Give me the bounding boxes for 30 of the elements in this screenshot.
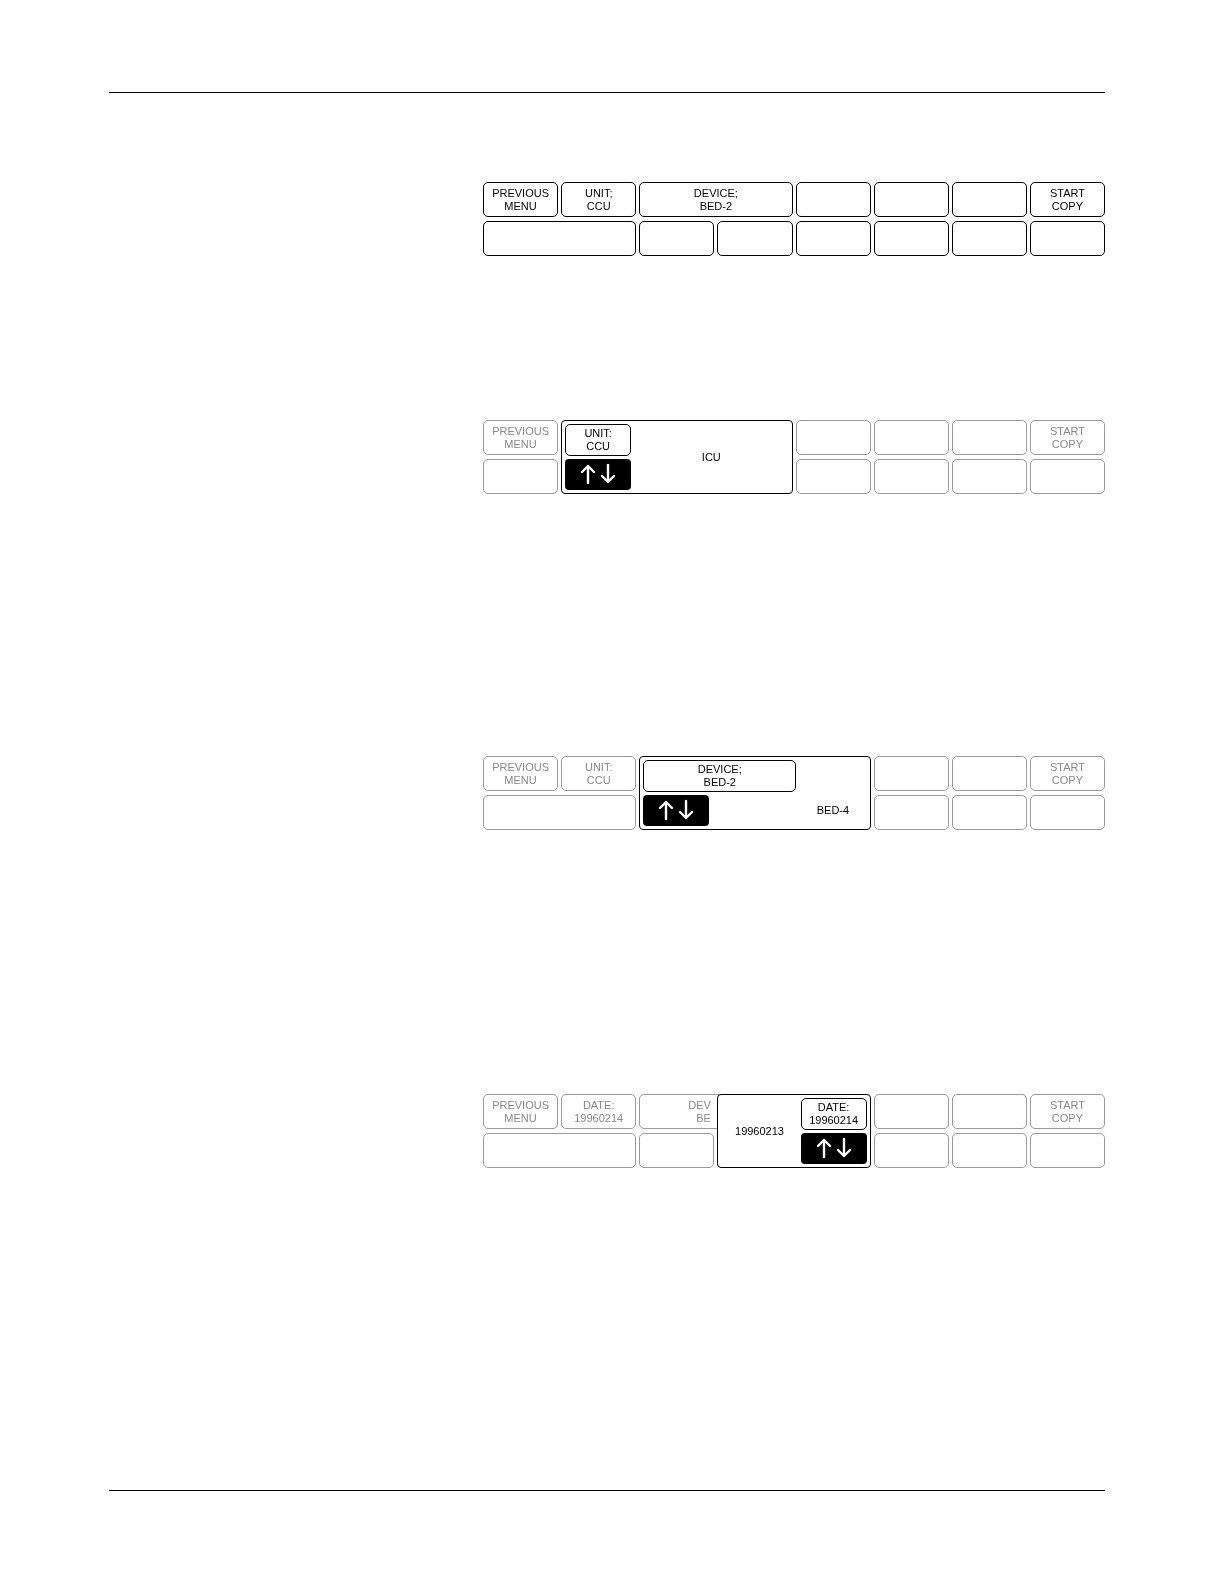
blank-softkey[interactable] <box>951 221 1027 256</box>
up-down-button[interactable] <box>565 458 632 490</box>
blank-softkey[interactable] <box>717 221 793 256</box>
softkey[interactable]: START COPY <box>1029 756 1105 791</box>
current-softkey[interactable]: DATE: 19960214 <box>800 1098 867 1130</box>
softkey[interactable]: START COPY <box>1029 420 1105 455</box>
softkey[interactable]: DATE: 19960214 <box>561 1094 637 1129</box>
softkey[interactable]: DEVICE; BED-2 <box>639 182 793 217</box>
softkey[interactable]: PREVIOUS MENU <box>483 420 559 455</box>
blank-softkey[interactable] <box>795 221 871 256</box>
current-softkey[interactable]: UNIT: CCU <box>565 424 632 456</box>
blank-softkey[interactable] <box>483 221 637 256</box>
blank-softkey[interactable] <box>873 221 949 256</box>
blank-softkey[interactable] <box>951 182 1027 217</box>
blank-softkey[interactable] <box>873 182 949 217</box>
softkey[interactable]: PREVIOUS MENU <box>483 1094 559 1129</box>
current-softkey[interactable]: DEVICE; BED-2 <box>643 760 797 792</box>
blank-softkey[interactable] <box>1029 221 1105 256</box>
softkey[interactable]: UNIT: CCU <box>561 756 637 791</box>
selection-value: ICU <box>701 451 721 463</box>
blank-softkey[interactable] <box>639 221 715 256</box>
blank-softkey[interactable] <box>795 182 871 217</box>
selection-value: BED-4 <box>816 804 850 817</box>
softkey[interactable]: START COPY <box>1029 1094 1105 1129</box>
up-down-button[interactable] <box>643 794 710 826</box>
softkey[interactable]: PREVIOUS MENU <box>483 756 559 791</box>
softkey[interactable]: START COPY <box>1029 182 1105 217</box>
softkey[interactable]: PREVIOUS MENU <box>483 182 559 217</box>
softkey[interactable]: UNIT; CCU <box>561 182 637 217</box>
up-down-button[interactable] <box>800 1132 867 1164</box>
